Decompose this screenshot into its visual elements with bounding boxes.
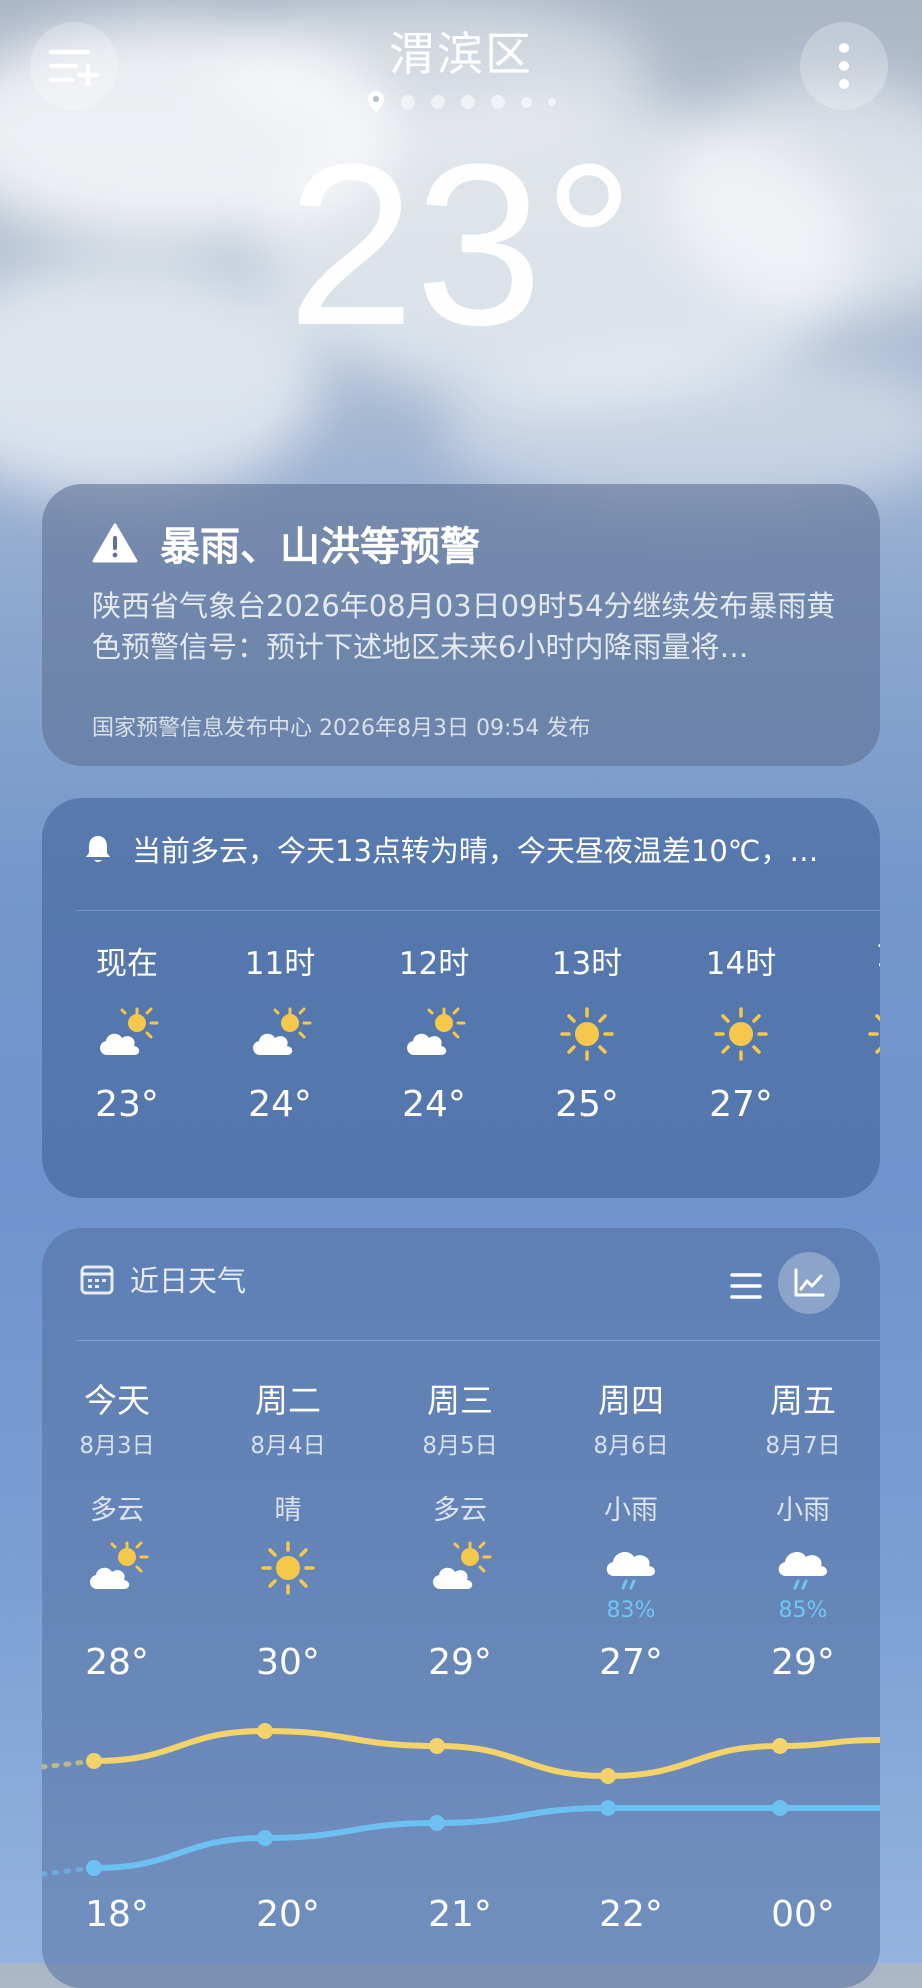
low-temp-point bbox=[429, 1815, 445, 1831]
high-temp-point bbox=[257, 1723, 273, 1739]
hour-temp: 24° bbox=[402, 1084, 466, 1125]
partly-cloudy-icon bbox=[100, 1007, 159, 1055]
page-dot bbox=[430, 95, 445, 109]
hour-item: 13时 25° bbox=[522, 938, 652, 1125]
more-vertical-icon bbox=[839, 43, 849, 89]
hourly-forecast-card[interactable]: 当前多云，今天13点转为晴，今天昼夜温差10℃，… 现在 23° 11时 24°… bbox=[42, 798, 880, 1198]
bell-icon bbox=[86, 836, 110, 862]
low-temp-line bbox=[91, 1804, 880, 1871]
low-temp-point bbox=[257, 1830, 273, 1846]
page-dot bbox=[520, 96, 532, 108]
hour-item: 11时 24° bbox=[215, 938, 345, 1125]
hour-temp: 25° bbox=[555, 1084, 619, 1125]
hour-time: 14时 bbox=[705, 946, 777, 982]
high-temp-line bbox=[91, 1727, 880, 1780]
warning-body: 陕西省气象台2026年08月03日09时54分继续发布暴雨黄色预警信号：预计下述… bbox=[92, 589, 836, 664]
warning-triangle-icon bbox=[92, 523, 138, 563]
high-temp-point bbox=[429, 1738, 445, 1754]
low-temp-point bbox=[772, 1800, 788, 1816]
weather-warning-card[interactable]: 暴雨、山洪等预警 陕西省气象台2026年08月03日09时54分继续发布暴雨黄色… bbox=[42, 484, 880, 766]
high-temp-point bbox=[86, 1753, 102, 1769]
sunny-icon bbox=[714, 1007, 768, 1061]
forecast-summary: 当前多云，今天13点转为晴，今天昼夜温差10℃，… bbox=[82, 828, 818, 870]
divider bbox=[76, 910, 880, 911]
partly-cloudy-icon bbox=[253, 1007, 312, 1055]
hour-time: 15 bbox=[830, 938, 880, 982]
city-name[interactable]: 渭滨区 bbox=[0, 18, 922, 84]
hour-temp: 23° bbox=[95, 1084, 159, 1125]
top-bar: 渭滨区 bbox=[0, 0, 922, 120]
temperature-trend-chart bbox=[42, 1723, 880, 1877]
page-dot bbox=[460, 95, 475, 109]
day-low: 21° bbox=[428, 1894, 492, 1935]
high-temp-point bbox=[772, 1738, 788, 1754]
sunny-icon bbox=[560, 1007, 614, 1061]
hour-item: 现在 23° bbox=[62, 938, 192, 1125]
summary-text: 当前多云，今天13点转为晴，今天昼夜温差10℃，… bbox=[132, 834, 819, 868]
warning-source: 国家预警信息发布中心 2026年8月3日 09:54 发布 bbox=[92, 716, 591, 741]
hour-item: 15 2 bbox=[830, 938, 880, 1125]
hour-temp: 24° bbox=[248, 1084, 312, 1125]
hour-temp: 27° bbox=[709, 1084, 773, 1125]
hour-time: 11时 bbox=[244, 946, 316, 982]
hour-time: 12时 bbox=[398, 946, 470, 982]
day-low: 18° bbox=[85, 1894, 149, 1935]
current-temperature: 23° bbox=[287, 116, 635, 373]
location-pin-icon bbox=[367, 91, 384, 113]
hour-item: 12时 24° bbox=[369, 938, 499, 1125]
day-low: 00° bbox=[771, 1894, 835, 1935]
hour-time: 现在 bbox=[96, 946, 158, 982]
low-temp-point bbox=[600, 1800, 616, 1816]
hour-temp: 2 bbox=[830, 1084, 880, 1125]
hour-time: 13时 bbox=[551, 946, 623, 982]
hour-item: 14时 27° bbox=[676, 938, 806, 1125]
page-dot bbox=[400, 95, 415, 109]
low-temp-point bbox=[86, 1860, 102, 1876]
page-dot bbox=[547, 98, 556, 106]
partly-cloudy-icon bbox=[407, 1007, 466, 1055]
day-low: 20° bbox=[256, 1894, 320, 1935]
daily-forecast-card[interactable]: 近日天气 今天 8月3日 多云 28° 周二 8月4日 晴 30° 周三 8月5… bbox=[42, 1228, 880, 1988]
high-temp-point bbox=[600, 1768, 616, 1784]
page-indicator[interactable] bbox=[0, 90, 922, 114]
day-low: 22° bbox=[599, 1894, 663, 1935]
warning-header: 暴雨、山洪等预警 bbox=[92, 514, 480, 572]
warning-title: 暴雨、山洪等预警 bbox=[160, 524, 480, 570]
page-dot bbox=[490, 95, 505, 109]
sunny-icon bbox=[868, 1014, 880, 1054]
